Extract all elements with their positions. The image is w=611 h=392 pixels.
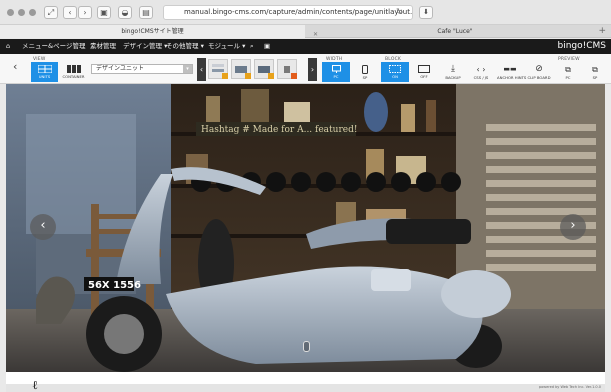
units-icon [37, 65, 52, 73]
download-icon: ⤓ [451, 64, 455, 74]
block-off-label: OFF [420, 74, 428, 79]
design-unit-select[interactable]: デザインユニット ▾ [91, 64, 193, 74]
css-js-label: CSS / JS [473, 75, 489, 80]
unit-thumb-2[interactable] [231, 59, 251, 79]
browser-toolbar: ⤢ ‹ › ▣ ◒ ▤ manual.bingo-cms.com/capture… [0, 0, 611, 25]
page-icon[interactable]: ▣ [264, 39, 270, 54]
preview-pc-label: PC [565, 75, 571, 80]
sidebar-icon[interactable]: ▣ [97, 6, 111, 19]
scooter-photo: Hashtag # Made for A... featured! 56X 15… [6, 84, 605, 372]
close-window-icon[interactable] [7, 9, 14, 16]
page-footer: ℓ powered by Web Tech Inc. Ver.1.0.0 [6, 372, 605, 392]
unit-thumb-4[interactable] [277, 59, 297, 79]
hero-slide-image: Hashtag # Made for A... featured! 56X 15… [6, 84, 605, 372]
clipboard-button[interactable]: ⊘ CLIP BOARD [526, 62, 552, 82]
backup-button[interactable]: ⤓ BACKUP [440, 62, 466, 82]
unit-thumb-1[interactable] [208, 59, 228, 79]
tab-label: bingo!CMSサイト管理 [121, 28, 184, 35]
chevron-down-icon: ▾ [183, 65, 192, 73]
code-icon: ‹ › [476, 65, 486, 74]
block-off-icon [418, 65, 430, 73]
anchor-icon: ▬▬ [503, 65, 517, 73]
units-button[interactable]: UNITS [31, 62, 58, 82]
anchor-hints-label: ANCHOR HINTS [497, 75, 527, 80]
powered-by-text: powered by Web Tech Inc. Ver.1.0.0 [538, 385, 601, 389]
unit-thumb-3[interactable] [254, 59, 274, 79]
block-on-icon [389, 65, 401, 73]
view-sp-button[interactable]: SP [352, 62, 378, 82]
home-icon[interactable]: ⌂ [6, 39, 10, 54]
block-off-button[interactable]: OFF [411, 62, 437, 82]
clipboard-label: CLIP BOARD [527, 75, 551, 80]
slide-next-button[interactable]: › [560, 214, 586, 240]
footer-logo-icon: ℓ [32, 378, 38, 392]
unit-scroll-left-icon[interactable]: ‹ [197, 58, 206, 81]
reader-icon[interactable]: ▤ [139, 6, 153, 19]
container-label: CONTAINER [62, 74, 85, 79]
external-link-icon: ⧉ [592, 65, 598, 74]
fullscreen-icon[interactable]: ⤢ [44, 6, 58, 19]
css-js-button[interactable]: ‹ › CSS / JS [468, 62, 494, 82]
view-pc-button[interactable]: PC [322, 62, 350, 82]
smartphone-icon [362, 65, 368, 74]
backup-label: BACKUP [445, 75, 461, 80]
footer-strip [6, 384, 605, 392]
nav-materials[interactable]: 素材管理 [90, 39, 116, 54]
preview-pc-button[interactable]: ⧉ PC [556, 62, 580, 82]
container-button[interactable]: CONTAINER [60, 62, 87, 82]
units-label: UNITS [38, 74, 51, 79]
license-plate: 56X 1556 [88, 280, 141, 291]
nav-design[interactable]: デザイン管理 ▾ [123, 39, 167, 54]
block-on-button[interactable]: ON [381, 62, 409, 82]
anchor-hints-button[interactable]: ▬▬ ANCHOR HINTS [497, 62, 527, 82]
brand-logo: bingo!CMS [557, 41, 606, 51]
chalk-sign: Hashtag # Made for A... featured! [201, 125, 357, 135]
minimize-window-icon[interactable] [18, 9, 25, 16]
forward-button[interactable]: › [78, 6, 92, 19]
external-link-icon: ⧉ [565, 65, 571, 74]
reload-icon[interactable]: ↻ [396, 7, 403, 16]
tab-cms-admin[interactable]: bingo!CMSサイト管理 [0, 25, 305, 38]
preview-sp-label: SP [592, 75, 598, 80]
browser-tabs: bingo!CMSサイト管理 ✕ Cafe "Luce" + [0, 25, 611, 38]
zoom-window-icon[interactable] [29, 9, 36, 16]
block-on-label: ON [392, 74, 398, 79]
download-icon[interactable]: ⬇ [419, 6, 433, 19]
nav-menu-page[interactable]: メニュー&ページ管理 [22, 39, 85, 54]
slide-prev-button[interactable]: ‹ [30, 214, 56, 240]
scroll-handle-icon[interactable] [303, 341, 310, 352]
design-unit-value: デザインユニット [96, 65, 145, 72]
back-button[interactable]: ‹ [63, 6, 77, 19]
toolbar-prev-icon[interactable]: ‹ [13, 60, 17, 73]
pocket-icon[interactable]: ◒ [118, 6, 132, 19]
cms-header: ⌂ メニュー&ページ管理 素材管理 デザイン管理 ▾ その他管理 ▾ モジュール… [0, 39, 611, 54]
editor-toolbar: ‹ VIEW UNITS CONTAINER デザインユニット ▾ ‹ › WI… [0, 54, 611, 84]
nav-modules[interactable]: モジュール ▾ [208, 39, 245, 54]
view-pc-label: PC [333, 74, 339, 79]
browser-window: ⤢ ‹ › ▣ ◒ ▤ manual.bingo-cms.com/capture… [0, 0, 611, 392]
tab-cafe-luce[interactable]: ✕ Cafe "Luce" [305, 25, 605, 38]
preview-sp-button[interactable]: ⧉ SP [583, 62, 607, 82]
search-icon[interactable]: ⌕ [250, 39, 254, 54]
container-icon [66, 65, 81, 73]
unit-scroll-right-icon[interactable]: › [308, 58, 317, 81]
tab-label: Cafe "Luce" [437, 28, 473, 35]
address-bar[interactable]: manual.bingo-cms.com/capture/admin/conte… [163, 5, 413, 20]
paperclip-icon: ⊘ [535, 64, 543, 74]
view-sp-label: SP [362, 75, 368, 80]
monitor-icon [331, 65, 341, 73]
nav-other[interactable]: その他管理 ▾ [166, 39, 204, 54]
new-tab-icon[interactable]: + [598, 26, 606, 36]
